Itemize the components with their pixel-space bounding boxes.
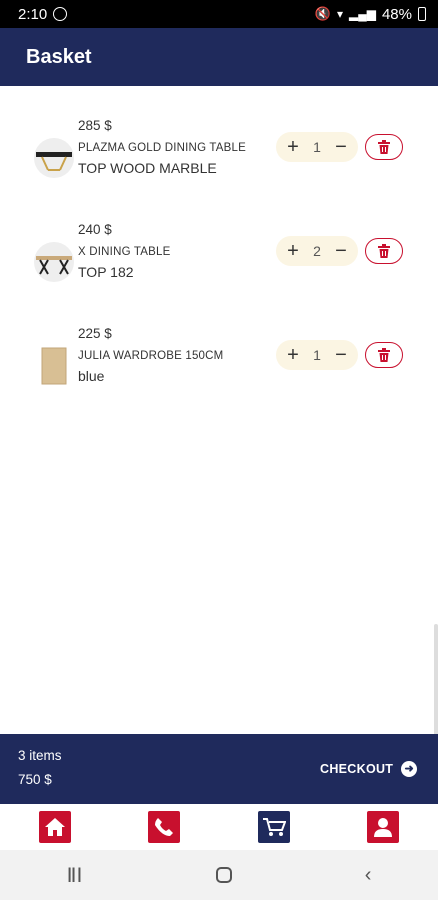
basket-footer: 3 items 750 $ CHECKOUT ➜ (0, 734, 438, 804)
nav-cart[interactable] (257, 811, 290, 843)
item-variant: TOP WOOD MARBLE (78, 160, 217, 176)
whatsapp-icon (53, 7, 68, 21)
item-name: X DINING TABLE (78, 246, 171, 258)
wifi-icon: ▾ (336, 7, 343, 21)
trash-icon (378, 139, 390, 154)
quantity-value: 1 (313, 347, 321, 363)
status-left: 2:10 (18, 5, 68, 23)
phone-icon (155, 818, 174, 836)
recents-icon[interactable]: ⅡⅠ (67, 863, 83, 888)
checkout-button[interactable]: CHECKOUT ➜ (312, 756, 422, 782)
item-name: PLAZMA GOLD DINING TABLE (78, 142, 246, 154)
quantity-value: 1 (313, 139, 321, 155)
nav-home[interactable] (38, 811, 71, 843)
home-icon (44, 818, 65, 836)
back-icon[interactable]: ‹ (365, 864, 372, 887)
decrease-button[interactable]: − (332, 137, 350, 157)
user-icon (374, 818, 393, 837)
quantity-value: 2 (313, 243, 321, 259)
trash-icon (378, 347, 390, 362)
bottom-nav (0, 804, 438, 850)
arrow-right-icon: ➜ (401, 761, 418, 777)
wardrobe-image (41, 347, 67, 385)
dining-table-image (36, 152, 72, 171)
delete-button[interactable] (365, 238, 403, 264)
status-bar: 2:10 🔇 ▾ ▂▄▆ 48% (0, 0, 438, 28)
signal-icon: ▂▄▆ (349, 7, 376, 21)
increase-button[interactable]: + (284, 241, 302, 261)
item-variant: blue (78, 368, 105, 384)
app-bar: Basket (0, 28, 438, 86)
item-price: 225 $ (78, 326, 112, 341)
battery-percent: 48% (381, 5, 412, 23)
delete-button[interactable] (365, 134, 403, 160)
increase-button[interactable]: + (284, 345, 302, 365)
battery-icon (418, 7, 426, 21)
trash-icon (378, 243, 390, 258)
item-name: JULIA WARDROBE 150CM (78, 350, 224, 362)
basket-item: 240 $ X DINING TABLE TOP 182 + 2 − (0, 220, 438, 300)
status-right: 🔇 ▾ ▂▄▆ 48% (315, 6, 426, 23)
increase-button[interactable]: + (284, 137, 302, 157)
checkout-label: CHECKOUT (320, 762, 394, 776)
decrease-button[interactable]: − (332, 241, 350, 261)
dining-table-image (36, 256, 72, 275)
page-title: Basket (26, 45, 92, 68)
quantity-stepper: + 2 − (276, 236, 358, 266)
home-circle-icon[interactable] (215, 867, 232, 883)
decrease-button[interactable]: − (332, 345, 350, 365)
item-price: 285 $ (78, 118, 112, 133)
quantity-stepper: + 1 − (276, 340, 358, 370)
item-variant: TOP 182 (78, 264, 134, 280)
scrollbar-handle[interactable] (434, 624, 438, 744)
item-price: 240 $ (78, 222, 112, 237)
status-time: 2:10 (18, 5, 48, 23)
product-image (34, 346, 74, 386)
mute-icon: 🔇 (314, 6, 331, 21)
quantity-stepper: + 1 − (276, 132, 358, 162)
basket-item: 225 $ JULIA WARDROBE 150CM blue + 1 − (0, 324, 438, 404)
item-count: 3 items (18, 748, 62, 763)
product-image (34, 242, 74, 282)
total-price: 750 $ (18, 772, 52, 787)
product-image (34, 138, 74, 178)
nav-phone[interactable] (148, 811, 181, 843)
nav-profile[interactable] (367, 811, 400, 843)
delete-button[interactable] (365, 342, 403, 368)
cart-icon (262, 818, 286, 836)
system-nav: ⅡⅠ ‹ (0, 850, 438, 900)
basket-item: 285 $ PLAZMA GOLD DINING TABLE TOP WOOD … (0, 116, 438, 196)
